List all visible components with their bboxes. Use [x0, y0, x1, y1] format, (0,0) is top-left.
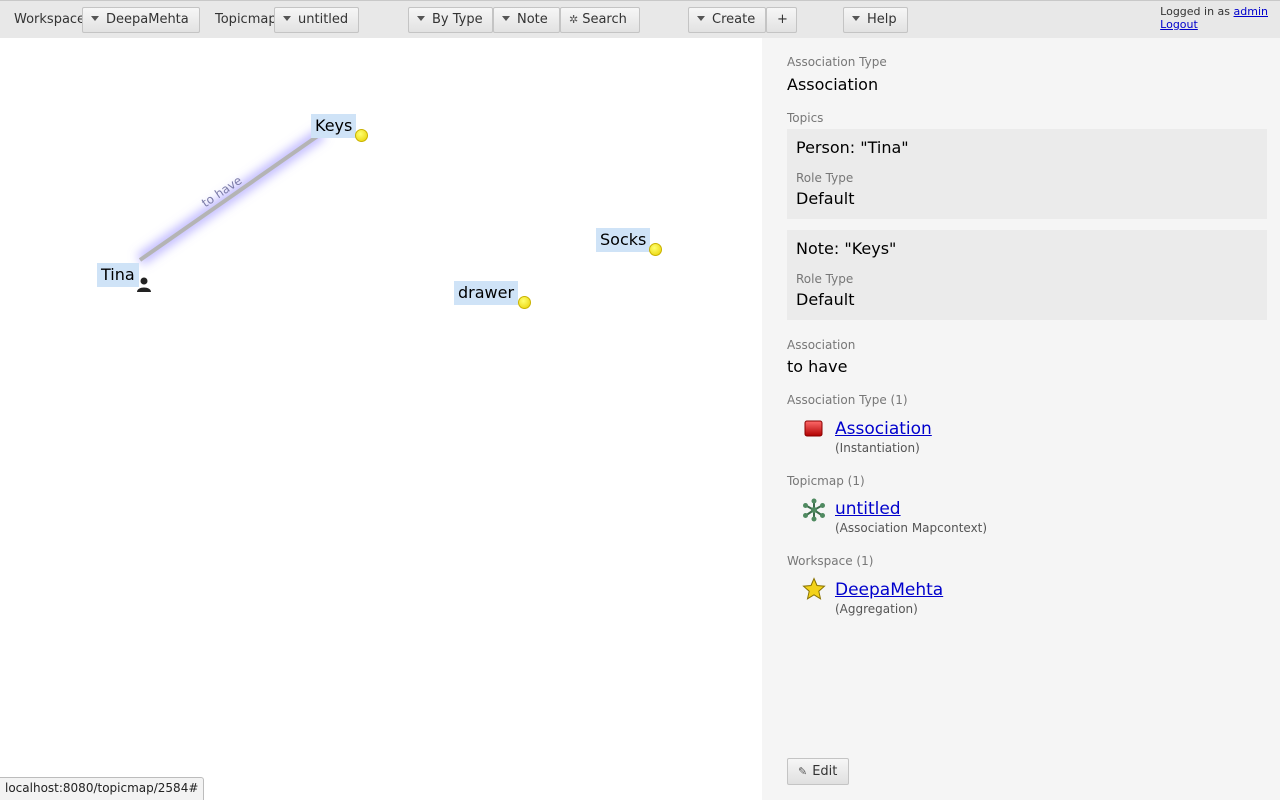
note-icon	[518, 296, 531, 309]
role-type-label: Role Type	[796, 171, 854, 185]
note-icon	[649, 243, 662, 256]
related-link-association[interactable]: Association	[835, 419, 932, 439]
workspace-select[interactable]: DeepaMehta	[82, 7, 200, 33]
add-button[interactable]: +	[766, 7, 797, 33]
dropdown-arrow-icon	[91, 16, 99, 21]
role-type-label: Role Type	[796, 272, 854, 286]
person-icon	[137, 277, 151, 292]
role-type-value: Default	[796, 290, 855, 309]
note-label: Note	[517, 12, 548, 27]
toolbar: Workspace DeepaMehta Topicmap untitled B…	[0, 0, 1280, 38]
topicmap-label: Topicmap	[215, 12, 277, 27]
search-label: Search	[582, 12, 627, 27]
pencil-icon: ✎	[798, 765, 808, 778]
association-label: Association	[787, 338, 856, 352]
role-type-value: Default	[796, 189, 855, 208]
association-layer: to have	[136, 128, 326, 265]
topic-player-title: Person: "Tina"	[796, 138, 909, 157]
dropdown-arrow-icon	[697, 16, 705, 21]
association-type-value: Association	[787, 75, 879, 94]
detail-panel: Association Type Association Topics Pers…	[762, 38, 1280, 800]
note-icon	[355, 129, 368, 142]
topicmap-select-value: untitled	[298, 12, 349, 27]
topicmap-select[interactable]: untitled	[274, 7, 360, 33]
logout-link[interactable]: Logout	[1160, 18, 1198, 31]
association-type-icon	[804, 420, 823, 437]
star-icon	[802, 577, 826, 600]
topicmap-canvas[interactable]: to have Keys Tina Socks drawer	[0, 38, 762, 800]
topic-drawer[interactable]: drawer	[454, 281, 519, 305]
workspace-label: Workspace	[14, 12, 86, 27]
by-type-label: By Type	[432, 12, 483, 27]
note-button[interactable]: Note	[493, 7, 560, 33]
related-heading: Association Type (1)	[787, 393, 908, 407]
dropdown-arrow-icon	[417, 16, 425, 21]
create-label: Create	[712, 12, 756, 27]
related-heading: Topicmap (1)	[787, 474, 865, 488]
topics-label: Topics	[787, 111, 824, 125]
topic-keys[interactable]: Keys	[311, 114, 357, 138]
help-label: Help	[867, 12, 897, 27]
create-button[interactable]: Create	[688, 7, 766, 33]
edit-button[interactable]: ✎ Edit	[787, 758, 849, 785]
logged-in-as-text: Logged in as	[1160, 5, 1231, 18]
dropdown-arrow-icon	[852, 16, 860, 21]
topic-tina[interactable]: Tina	[97, 263, 139, 287]
topic-player-note: Note: "Keys" Role Type Default	[787, 230, 1267, 320]
username-link[interactable]: admin	[1234, 5, 1268, 18]
status-bar-url: localhost:8080/topicmap/2584#	[0, 777, 205, 800]
topic-player-title: Note: "Keys"	[796, 239, 897, 258]
related-link-workspace[interactable]: DeepaMehta	[835, 580, 943, 600]
related-sub: (Aggregation)	[835, 602, 918, 616]
gear-icon: ✲	[569, 13, 579, 26]
plus-icon: +	[777, 12, 788, 27]
association-type-label: Association Type	[787, 55, 887, 69]
related-heading: Workspace (1)	[787, 554, 874, 568]
help-button[interactable]: Help	[843, 7, 908, 33]
topicmap-icon	[803, 498, 825, 522]
login-status: Logged in as admin Logout	[1160, 5, 1268, 31]
related-link-topicmap[interactable]: untitled	[835, 499, 901, 519]
dropdown-arrow-icon	[502, 16, 510, 21]
dropdown-arrow-icon	[283, 16, 291, 21]
topic-player-person: Person: "Tina" Role Type Default	[787, 129, 1267, 219]
search-button[interactable]: ✲ Search	[560, 7, 640, 33]
related-sub: (Instantiation)	[835, 441, 920, 455]
topic-socks[interactable]: Socks	[596, 228, 651, 252]
workspace-select-value: DeepaMehta	[106, 12, 189, 27]
related-sub: (Association Mapcontext)	[835, 521, 988, 535]
edit-label: Edit	[812, 764, 838, 779]
association-edge[interactable]	[138, 131, 324, 262]
by-type-button[interactable]: By Type	[408, 7, 493, 33]
association-value: to have	[787, 357, 848, 376]
